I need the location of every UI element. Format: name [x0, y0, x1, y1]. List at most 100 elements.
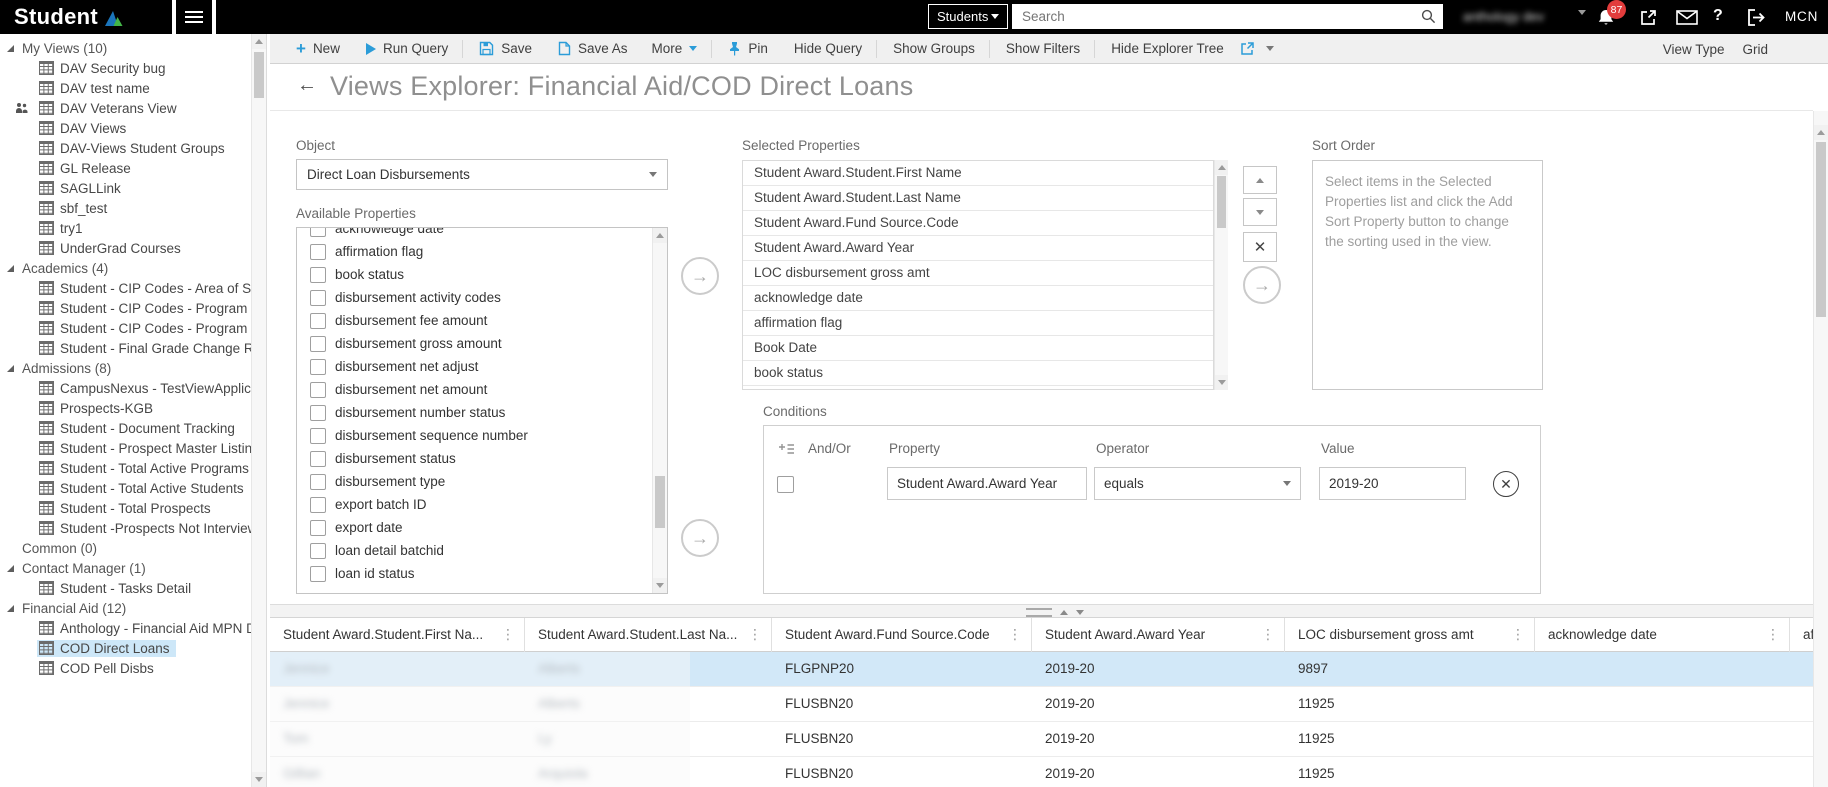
tree-group[interactable]: Common (0) — [0, 538, 251, 558]
available-property-row[interactable]: disbursement type — [297, 470, 654, 493]
tree-item[interactable]: Student - CIP Codes - Area of Stu — [0, 278, 251, 298]
checkbox[interactable] — [310, 243, 326, 260]
tree-item[interactable]: Student - Total Active Students — [0, 478, 251, 498]
available-property-row[interactable]: acknowledge date — [297, 228, 654, 240]
add-property-button[interactable]: → — [681, 257, 719, 295]
tree-item[interactable]: CampusNexus - TestViewApplicar — [0, 378, 251, 398]
scroll-down-button[interactable] — [252, 772, 266, 787]
tree-expander-icon[interactable] — [7, 564, 14, 572]
selected-property-item[interactable]: Student Award.Student.Last Name — [743, 186, 1213, 211]
tree-item[interactable]: COD Pell Disbs — [0, 658, 251, 678]
object-select[interactable]: Direct Loan Disbursements — [296, 159, 668, 190]
column-menu-icon[interactable]: ⋮ — [1008, 618, 1022, 651]
scrollbar-thumb[interactable] — [655, 476, 665, 528]
scroll-up-button[interactable] — [1215, 160, 1228, 175]
table-row[interactable]: Jennice Alberts FLGPNP20 2019-20 9897 — [270, 652, 1813, 687]
tree-item[interactable]: Anthology - Financial Aid MPN De — [0, 618, 251, 638]
tree-item[interactable]: GL Release — [0, 158, 251, 178]
show-groups-button[interactable]: Show Groups — [893, 41, 975, 56]
tree-item[interactable]: DAV-Views Student Groups — [0, 138, 251, 158]
tree-item[interactable]: COD Direct Loans — [0, 638, 251, 658]
splitter-grip[interactable] — [1026, 608, 1084, 617]
checkbox[interactable] — [310, 404, 326, 421]
selected-property-item[interactable]: Student Award.Award Year — [743, 236, 1213, 261]
username-blurred[interactable]: anthology dev — [1463, 9, 1571, 24]
brand-logo[interactable]: Student — [0, 0, 172, 34]
main-scrollbar[interactable] — [1813, 111, 1828, 787]
selected-property-item[interactable]: Student Award.Student.First Name — [743, 161, 1213, 186]
available-list-scrollbar[interactable] — [652, 228, 667, 593]
move-property-up-button[interactable] — [1243, 166, 1277, 194]
tree-item[interactable]: Student - Total Prospects — [0, 498, 251, 518]
tree-item[interactable]: DAV Views — [0, 118, 251, 138]
available-property-row[interactable]: disbursement net amount — [297, 378, 654, 401]
sidebar-scrollbar[interactable] — [251, 34, 266, 787]
checkbox[interactable] — [310, 266, 326, 283]
selected-property-item[interactable]: affirmation flag — [743, 311, 1213, 336]
checkbox[interactable] — [310, 519, 326, 536]
tree-expander-icon[interactable] — [7, 44, 14, 52]
search-input[interactable] — [1012, 4, 1417, 29]
run-query-button[interactable]: Run Query — [365, 41, 448, 56]
checkbox[interactable] — [310, 228, 326, 237]
remove-property-button[interactable]: ✕ — [1243, 232, 1277, 262]
checkbox[interactable] — [310, 358, 326, 375]
tree-group[interactable]: Financial Aid (12) — [0, 598, 251, 618]
scroll-down-button[interactable] — [653, 578, 667, 593]
scrollbar-thumb[interactable] — [254, 52, 264, 98]
available-property-row[interactable]: affirmation flag — [297, 240, 654, 263]
tree-item[interactable]: Student - Total Active Programs — [0, 458, 251, 478]
available-property-row[interactable]: disbursement gross amount — [297, 332, 654, 355]
scrollbar-thumb[interactable] — [1217, 176, 1226, 228]
available-property-row[interactable]: disbursement sequence number — [297, 424, 654, 447]
condition-operator-select[interactable]: equals — [1094, 467, 1301, 500]
available-property-row[interactable]: disbursement number status — [297, 401, 654, 424]
column-menu-icon[interactable]: ⋮ — [1766, 618, 1780, 651]
tree-item[interactable]: DAV test name — [0, 78, 251, 98]
open-in-new-window-button[interactable] — [1240, 41, 1274, 56]
tree-item[interactable]: Student - Document Tracking — [0, 418, 251, 438]
checkbox[interactable] — [310, 381, 326, 398]
table-row[interactable]: Tom Ly FLUSBN20 2019-20 11925 — [270, 722, 1813, 757]
available-property-row[interactable]: disbursement fee amount — [297, 309, 654, 332]
available-property-row[interactable]: disbursement status — [297, 447, 654, 470]
horizontal-splitter[interactable] — [270, 604, 1813, 618]
condition-row-checkbox[interactable] — [777, 476, 794, 493]
grid-column-header[interactable]: affir⋮ — [1790, 618, 1813, 652]
tree-group[interactable]: Contact Manager (1) — [0, 558, 251, 578]
condition-value-input[interactable] — [1319, 467, 1466, 500]
tree-expander-icon[interactable] — [7, 604, 14, 612]
tree-group[interactable]: Admissions (8) — [0, 358, 251, 378]
tree-group[interactable]: My Views (10) — [0, 38, 251, 58]
grid-column-header[interactable]: LOC disbursement gross amt ⋮ — [1285, 618, 1535, 652]
grid-column-header[interactable]: acknowledge date ⋮ — [1535, 618, 1790, 652]
available-property-row[interactable]: disbursement activity codes — [297, 286, 654, 309]
selected-property-item[interactable]: acknowledge date — [743, 286, 1213, 311]
save-button[interactable]: Save — [479, 41, 532, 56]
selected-property-item[interactable]: Student Award.Fund Source.Code — [743, 211, 1213, 236]
show-filters-button[interactable]: Show Filters — [1006, 41, 1080, 56]
tree-item[interactable]: Student -Prospects Not Interview — [0, 518, 251, 538]
tree-item[interactable]: Student - Final Grade Change Rea — [0, 338, 251, 358]
available-property-row[interactable]: loan id status — [297, 562, 654, 585]
selected-property-item[interactable]: book status — [743, 361, 1213, 386]
available-property-row[interactable]: disbursement net adjust — [297, 355, 654, 378]
grid-column-header[interactable]: Student Award.Award Year ⋮ — [1032, 618, 1285, 652]
tree-item[interactable]: SAGLLink — [0, 178, 251, 198]
tree-item[interactable]: Student - CIP Codes - Program Ve — [0, 318, 251, 338]
available-property-row[interactable]: export batch ID — [297, 493, 654, 516]
checkbox[interactable] — [310, 289, 326, 306]
hide-query-button[interactable]: Hide Query — [794, 41, 862, 56]
tree-item[interactable]: DAV Security bug — [0, 58, 251, 78]
add-sort-property-button[interactable]: → — [1243, 266, 1281, 304]
scroll-down-button[interactable] — [1215, 375, 1228, 390]
scrollbar-thumb[interactable] — [1816, 142, 1826, 317]
selected-property-item[interactable]: Cod Comment Codes — [743, 386, 1213, 389]
checkbox[interactable] — [310, 312, 326, 329]
envelope-icon[interactable] — [1676, 10, 1698, 25]
open-new-window-icon[interactable] — [1639, 8, 1658, 27]
checkbox[interactable] — [310, 335, 326, 352]
tree-item[interactable]: Student - Prospect Master Listing — [0, 438, 251, 458]
view-type-control[interactable]: View Type Grid — [1663, 34, 1768, 64]
table-row[interactable]: Jennice Alberts FLUSBN20 2019-20 11925 — [270, 687, 1813, 722]
